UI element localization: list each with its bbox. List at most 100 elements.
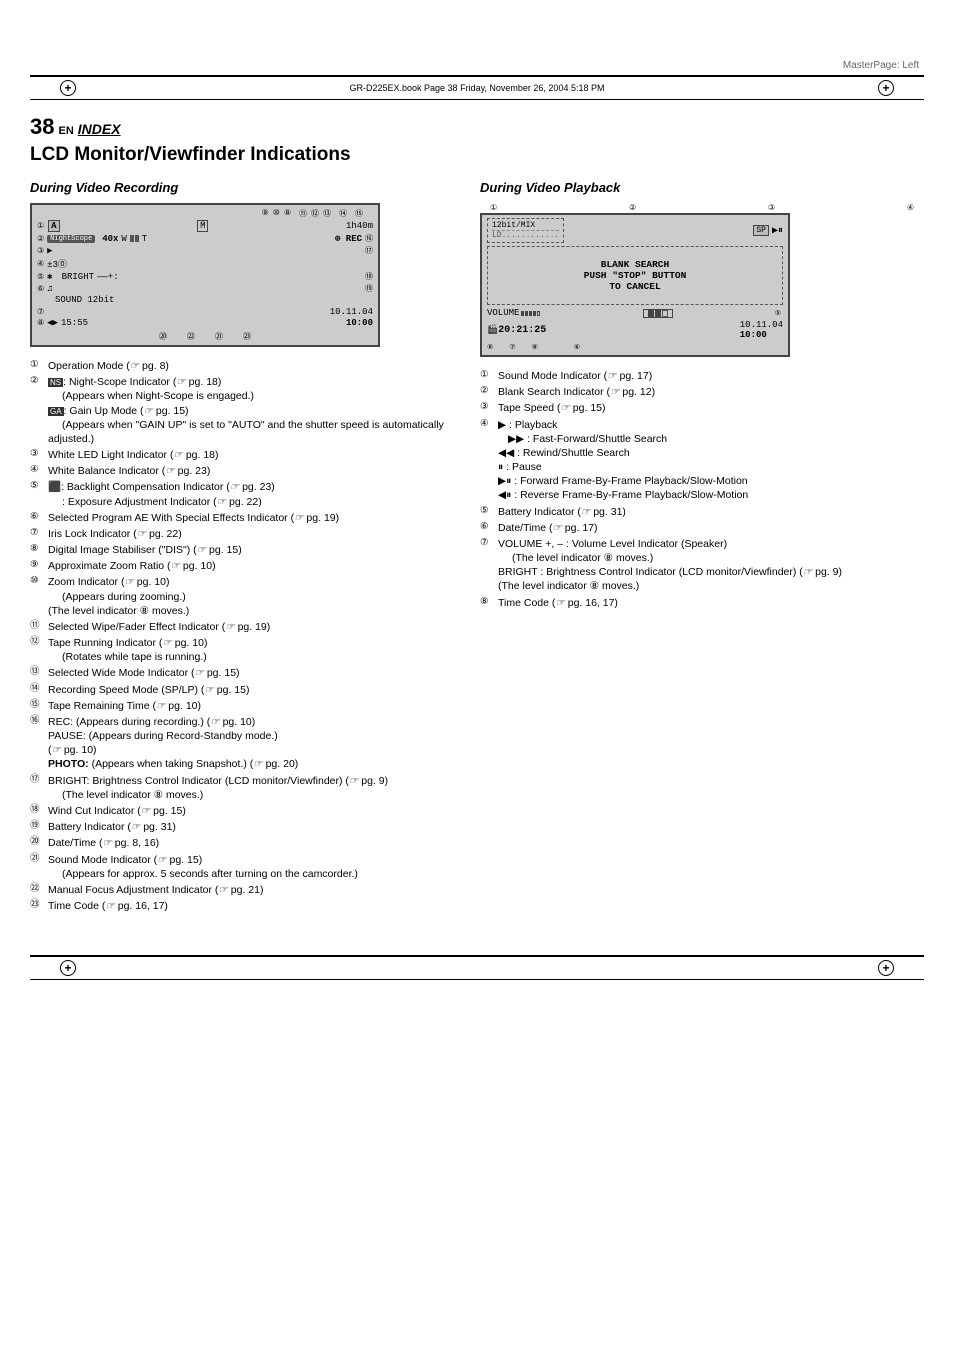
- diag-circle-20: ⑳: [159, 331, 167, 342]
- item-num: ⑨: [30, 559, 48, 573]
- diag-music: ♫: [47, 284, 52, 294]
- book-ref-text: GR-D225EX.book Page 38 Friday, November …: [30, 83, 924, 93]
- item-num: ⑮: [30, 699, 48, 713]
- item-num: ⑫: [30, 636, 48, 664]
- item-content: Digital Image Stabiliser ("DIS") (☞ pg. …: [48, 543, 460, 557]
- item-num: ⑯: [30, 715, 48, 772]
- item-num: ㉒: [30, 883, 48, 897]
- list-item: ⑥ Date/Time (☞ pg. 17): [480, 521, 924, 535]
- pb-top-right: SP ▶⏸: [753, 225, 783, 237]
- item-num: ④: [480, 418, 498, 503]
- item-num: ⑧: [480, 596, 498, 610]
- diag-circle-18: ⑱: [365, 271, 373, 282]
- master-page-label: MasterPage: Left: [843, 60, 919, 71]
- item-content: Time Code (☞ pg. 16, 17): [48, 899, 460, 913]
- list-item: ① Operation Mode (☞ pg. 8): [30, 359, 460, 373]
- list-item: ⑭ Recording Speed Mode (SP/LP) (☞ pg. 15…: [30, 683, 460, 697]
- list-item: ⑳ Date/Time (☞ pg. 8, 16): [30, 836, 460, 850]
- list-item: ⑤ ⬛: Backlight Compensation Indicator (☞…: [30, 480, 460, 508]
- item-num: ⑥: [30, 511, 48, 525]
- diag-circle-16: ⑯: [365, 233, 373, 244]
- list-item: ⑦ Iris Lock Indicator (☞ pg. 22): [30, 527, 460, 541]
- item-content: White LED Light Indicator (☞ pg. 18): [48, 448, 460, 462]
- item-content: Iris Lock Indicator (☞ pg. 22): [48, 527, 460, 541]
- item-num: ⑲: [30, 820, 48, 834]
- pb-blank-search: BLANK SEARCHPUSH "STOP" BUTTONTO CANCEL: [487, 246, 783, 305]
- page-title: LCD Monitor/Viewfinder Indications: [30, 144, 924, 166]
- item-content: Recording Speed Mode (SP/LP) (☞ pg. 15): [48, 683, 460, 697]
- item-content: White Balance Indicator (☞ pg. 23): [48, 464, 460, 478]
- diag-dis-icon: ◀▶: [47, 318, 58, 328]
- item-num: ⑩: [30, 575, 48, 618]
- diag-arrow-rec: ⊕ REC: [335, 234, 362, 244]
- diag-circle-21: ㉑: [215, 331, 223, 342]
- item-num: ㉓: [30, 899, 48, 913]
- diag-circle-8: ⑧: [37, 318, 44, 328]
- diag-w: W: [121, 234, 126, 244]
- item-content: Date/Time (☞ pg. 17): [498, 521, 924, 535]
- diag-pm3: ±3⓪: [47, 257, 67, 270]
- item-num: ①: [480, 369, 498, 383]
- list-item: ⑧ Time Code (☞ pg. 16, 17): [480, 596, 924, 610]
- diag-num-13: ⑬: [323, 208, 331, 219]
- recording-list: ① Operation Mode (☞ pg. 8) ② NS: Night-S…: [30, 359, 460, 913]
- item-content: Selected Wipe/Fader Effect Indicator (☞ …: [48, 620, 460, 634]
- left-section-title: During Video Recording: [30, 180, 460, 195]
- list-item: ⑩ Zoom Indicator (☞ pg. 10) (Appears dur…: [30, 575, 460, 618]
- list-item: ② NS: Night-Scope Indicator (☞ pg. 18) (…: [30, 375, 460, 446]
- item-content: ▶ : Playback ▶▶ : Fast-Forward/Shuttle S…: [498, 418, 924, 503]
- diag-circle-19: ⑲: [365, 283, 373, 294]
- list-item: ④ White Balance Indicator (☞ pg. 23): [30, 464, 460, 478]
- playback-list: ① Sound Mode Indicator (☞ pg. 17) ② Blan…: [480, 369, 924, 610]
- diag-num-14: ⑭: [339, 208, 347, 219]
- diag-circle-2: ②: [37, 234, 44, 244]
- pb-top-left: 12bit/MIX LD............: [487, 218, 564, 243]
- item-content: NS: Night-Scope Indicator (☞ pg. 18) (Ap…: [48, 375, 460, 446]
- page-number: 38: [30, 114, 54, 140]
- diag-sound-mode: SOUND 12bit: [55, 295, 373, 305]
- item-num: ⑦: [30, 527, 48, 541]
- item-num: ①: [30, 359, 48, 373]
- item-content: VOLUME +, – : Volume Level Indicator (Sp…: [498, 537, 924, 594]
- item-content: Sound Mode Indicator (☞ pg. 17): [498, 369, 924, 383]
- pb-diag-num-2: ②: [629, 203, 636, 212]
- item-content: Sound Mode Indicator (☞ pg. 15) (Appears…: [48, 853, 460, 881]
- item-content: BRIGHT: Brightness Control Indicator (LC…: [48, 774, 460, 802]
- diag-circle-23: ㉓: [243, 331, 251, 342]
- diag-a-icon: A: [48, 220, 59, 232]
- pb-volume-label: VOLUME: [487, 308, 540, 318]
- diag-time-rem: 1h40m: [346, 221, 373, 231]
- recording-diagram: ⑨ ⑩ ⑧ ⑪ ⑫ ⑬ ⑭ ⑮ ① A M̈: [30, 203, 460, 347]
- item-content: Tape Speed (☞ pg. 15): [498, 401, 924, 415]
- item-num: ⑬: [30, 666, 48, 680]
- list-item: ⑥ Selected Program AE With Special Effec…: [30, 511, 460, 525]
- diag-num-11: ⑪: [299, 208, 307, 219]
- diag-circle-7: ⑦: [37, 307, 44, 317]
- en-label: EN: [58, 125, 73, 137]
- item-num: ⑪: [30, 620, 48, 634]
- diag-circle-4: ④: [37, 259, 44, 269]
- diag-num-8b: ⑧: [284, 208, 291, 219]
- diag-play-arrow: ▶: [47, 246, 52, 256]
- list-item: ⑲ Battery Indicator (☞ pg. 31): [30, 820, 460, 834]
- list-item: ㉒ Manual Focus Adjustment Indicator (☞ p…: [30, 883, 460, 897]
- list-item: ⑯ REC: (Appears during recording.) (☞ pg…: [30, 715, 460, 772]
- crosshair-right-bottom: [878, 960, 894, 976]
- pb-circle-5: ⑤: [775, 309, 781, 318]
- item-num: ⑭: [30, 683, 48, 697]
- item-content: Time Code (☞ pg. 16, 17): [498, 596, 924, 610]
- item-content: Tape Remaining Time (☞ pg. 10): [48, 699, 460, 713]
- item-num: ②: [480, 385, 498, 399]
- crosshair-left-top: [60, 80, 76, 96]
- item-content: Zoom Indicator (☞ pg. 10) (Appears durin…: [48, 575, 460, 618]
- list-item: ③ White LED Light Indicator (☞ pg. 18): [30, 448, 460, 462]
- list-item: ㉑ Sound Mode Indicator (☞ pg. 15) (Appea…: [30, 853, 460, 881]
- item-num: ⑦: [480, 537, 498, 594]
- item-content: Battery Indicator (☞ pg. 31): [48, 820, 460, 834]
- item-num: ⑤: [30, 480, 48, 508]
- playback-diagram: ① ② ③ ④ 12bit/MIX LD............ SP: [480, 203, 924, 357]
- item-num: ②: [30, 375, 48, 446]
- item-content: Operation Mode (☞ pg. 8): [48, 359, 460, 373]
- diag-t: T: [142, 234, 147, 244]
- list-item: ⑫ Tape Running Indicator (☞ pg. 10) (Rot…: [30, 636, 460, 664]
